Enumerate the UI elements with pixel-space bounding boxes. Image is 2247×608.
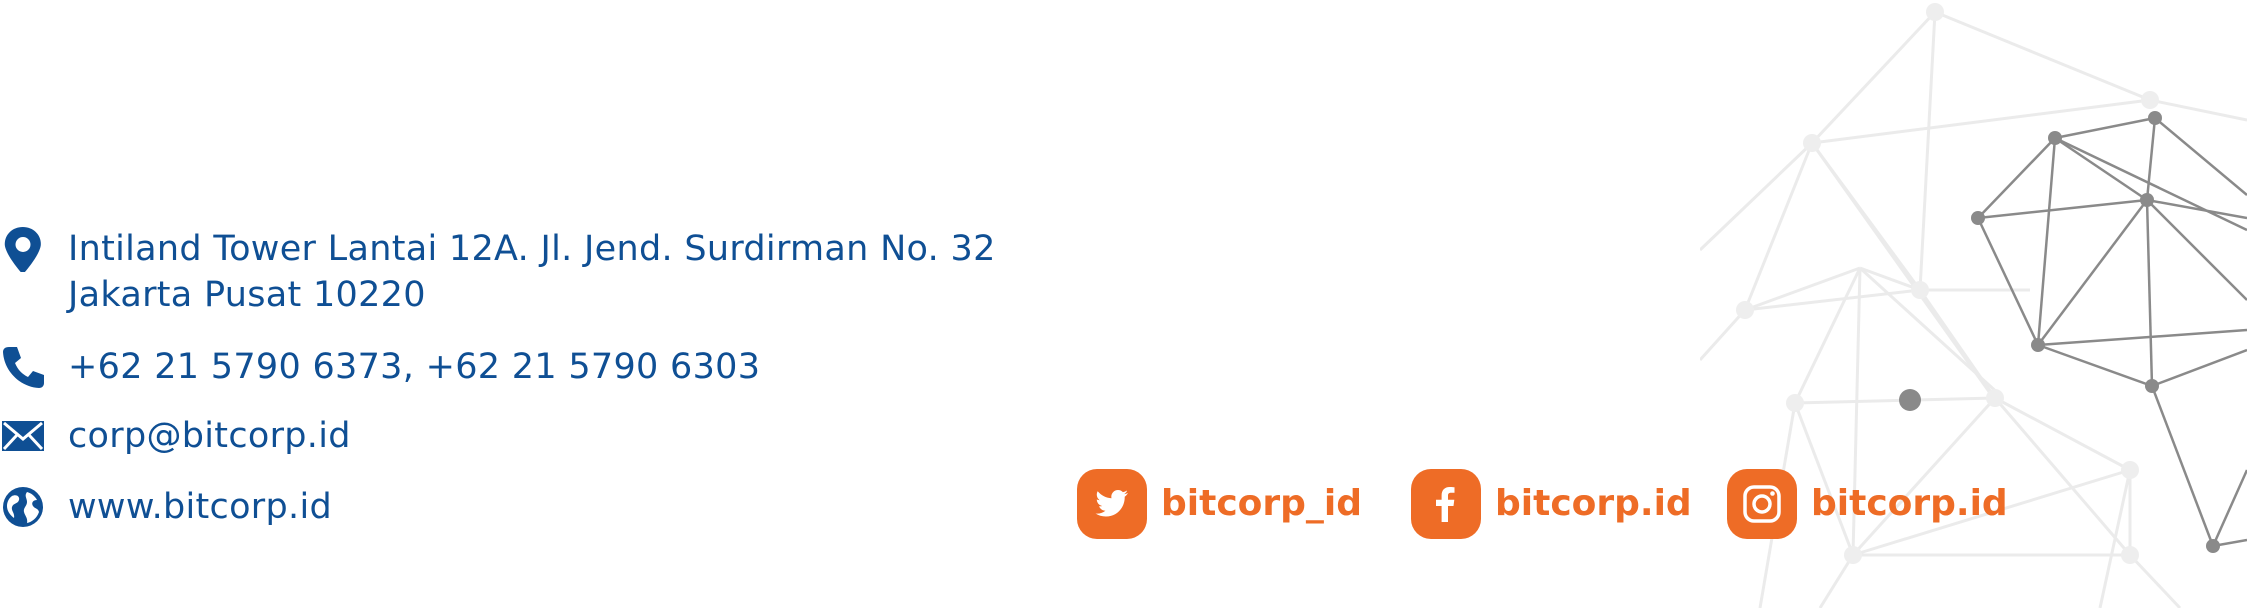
website-row: www.bitcorp.id xyxy=(0,484,332,530)
phone-row: +62 21 5790 6373, +62 21 5790 6303 xyxy=(0,344,760,390)
facebook-icon xyxy=(1436,487,1455,522)
mail-icon xyxy=(2,421,44,451)
address-line-1: Intiland Tower Lantai 12A. Jl. Jend. Sur… xyxy=(68,229,996,269)
email-link[interactable]: corp@bitcorp.id xyxy=(68,413,351,459)
contact-info: Intiland Tower Lantai 12A. Jl. Jend. Sur… xyxy=(0,0,1100,608)
social-twitter[interactable]: bitcorp_id xyxy=(1077,469,1362,539)
globe-icon xyxy=(3,487,43,527)
phone-icon xyxy=(3,347,44,388)
address-line-2: Jakarta Pusat 10220 xyxy=(68,275,426,315)
instagram-icon xyxy=(1743,485,1781,523)
instagram-handle: bitcorp.id xyxy=(1811,483,2008,524)
facebook-handle: bitcorp.id xyxy=(1495,483,1692,524)
location-pin-icon xyxy=(4,226,41,272)
twitter-icon xyxy=(1095,490,1128,517)
address-row: Intiland Tower Lantai 12A. Jl. Jend. Sur… xyxy=(0,226,996,318)
website-link[interactable]: www.bitcorp.id xyxy=(68,484,332,530)
twitter-handle: bitcorp_id xyxy=(1161,483,1363,524)
phone-numbers: +62 21 5790 6373, +62 21 5790 6303 xyxy=(68,347,761,387)
social-facebook[interactable]: bitcorp.id xyxy=(1411,469,1692,539)
email-row: corp@bitcorp.id xyxy=(0,413,351,459)
social-instagram[interactable]: bitcorp.id xyxy=(1727,469,2008,539)
